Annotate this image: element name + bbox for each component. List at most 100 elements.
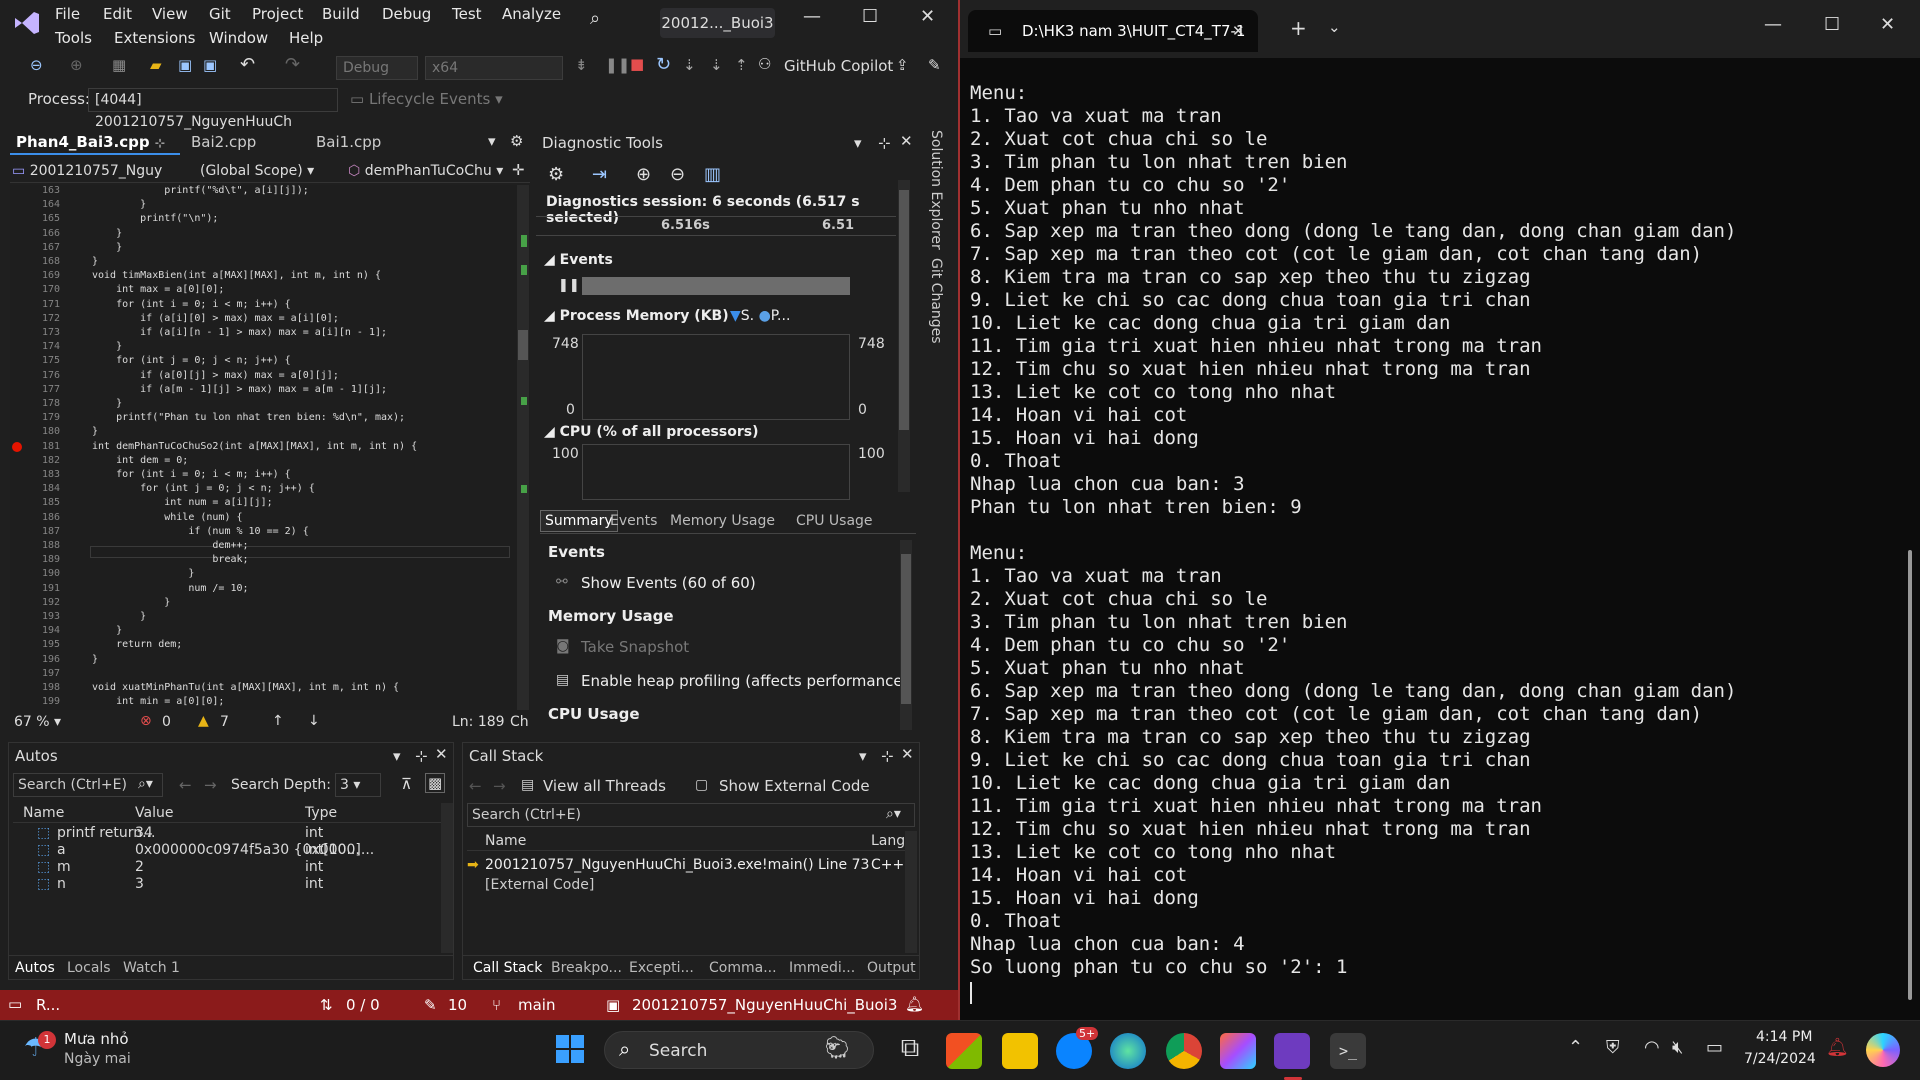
notification-icon[interactable]: ▭ <box>8 995 22 1013</box>
menu-view[interactable]: View <box>152 5 188 23</box>
code-line[interactable]: if (a[m - 1][j] > max) max = a[m - 1][j]… <box>92 384 387 395</box>
code-line[interactable]: for (int j = 0; j < n; j++) { <box>92 355 291 366</box>
tab-exceptions[interactable]: Excepti... <box>629 960 694 976</box>
copilot-button[interactable]: GitHub Copilot <box>784 57 893 75</box>
autos-row[interactable]: ⬚ printf return... 34 int <box>13 825 441 842</box>
search-depth-dropdown[interactable]: 3 ▾ <box>335 773 381 797</box>
code-line[interactable]: printf("Phan tu lon nhat tren bien: %d\n… <box>92 412 405 423</box>
process-dropdown[interactable]: [4044] 2001210757_NguyenHuuCh <box>88 88 338 130</box>
summary-scroll-thumb[interactable] <box>901 554 911 704</box>
zoom-out-icon[interactable]: ⊖ <box>670 164 685 185</box>
chart-icon[interactable]: ▥ <box>704 164 721 185</box>
status-changes[interactable]: 10 <box>448 996 467 1014</box>
close-tab-icon[interactable]: ✕ <box>1232 10 1245 52</box>
hex-icon[interactable]: ▩ <box>425 773 446 793</box>
tab-bai2[interactable]: Bai2.cpp <box>185 130 305 155</box>
search-icon[interactable]: ⌕▾ <box>138 776 153 792</box>
code-editor[interactable]: 163 printf("%d\t", a[i][j]); 164 } 165 pri… <box>10 185 530 710</box>
weather-title[interactable]: Mưa nhỏ <box>64 1030 129 1048</box>
code-line[interactable]: while (num) { <box>92 512 242 523</box>
terminal-scrollbar[interactable] <box>1906 80 1914 1000</box>
diag-settings-icon[interactable]: ⚙ <box>548 164 564 185</box>
autos-row[interactable]: ⬚ m 2 int <box>13 859 441 876</box>
tab-immediate[interactable]: Immedi... <box>789 960 855 976</box>
code-line[interactable]: int num = a[i][j]; <box>92 497 272 508</box>
col-value[interactable]: Value <box>135 805 173 821</box>
code-line[interactable]: if (a[i][0] > max) max = a[i][0]; <box>92 313 339 324</box>
autos-row[interactable]: ⬚ a 0x000000c0974f5a30 {0x000... int[100]..… <box>13 842 441 859</box>
diag-close-icon[interactable]: ✕ <box>900 132 913 150</box>
code-line[interactable]: break; <box>92 554 248 565</box>
autos-value[interactable]: 3 <box>135 876 144 892</box>
code-line[interactable]: for (int i = 0; i < m; i++) { <box>92 299 291 310</box>
maximize-icon[interactable]: ☐ <box>862 6 878 27</box>
git-changes-tab[interactable]: Git Changes <box>928 258 944 344</box>
tab-dropdown-icon[interactable]: ⌄ <box>1328 18 1341 36</box>
heap-profiling-link[interactable]: Enable heap profiling (affects performan… <box>581 672 908 690</box>
chrome-icon[interactable] <box>1166 1033 1202 1069</box>
col-name[interactable]: Name <box>23 805 64 821</box>
solution-name[interactable]: 20012..._Buoi3 <box>660 8 775 38</box>
cs-forward-icon[interactable]: → <box>493 777 506 795</box>
code-line[interactable]: printf("%d\t", a[i][j]); <box>92 185 309 196</box>
code-line[interactable]: int dem = 0; <box>92 455 188 466</box>
autos-close-icon[interactable]: ✕ <box>435 745 448 763</box>
view-all-threads-button[interactable]: View all Threads <box>543 777 666 795</box>
step-over-icon[interactable]: ⇣ <box>683 56 696 74</box>
scroll-thumb[interactable] <box>518 330 528 360</box>
tab-overflow-icon[interactable]: ▾ <box>488 132 496 150</box>
code-line[interactable]: num /= 10; <box>92 583 248 594</box>
autos-value[interactable]: 34 <box>135 825 153 841</box>
code-line[interactable]: int max = a[0][0]; <box>92 284 224 295</box>
code-line[interactable]: if (num % 10 == 2) { <box>92 526 308 537</box>
restart-icon[interactable]: ↻ <box>656 54 671 75</box>
bell-icon[interactable]: 🔔︎ <box>905 995 924 1013</box>
open-folder-icon[interactable]: ▰ <box>150 56 162 74</box>
menu-git[interactable]: Git <box>209 5 231 23</box>
code-line[interactable]: int demPhanTuCoChuSo2(int a[MAX][MAX], i… <box>92 441 417 452</box>
clock-date[interactable]: 7/24/2024 <box>1744 1051 1816 1067</box>
clock-time[interactable]: 4:14 PM <box>1756 1029 1812 1045</box>
show-external-code-button[interactable]: Show External Code <box>719 777 870 795</box>
next-issue-icon[interactable]: ↓ <box>308 713 320 729</box>
save-icon[interactable]: ▣ <box>178 56 192 74</box>
tab-events[interactable]: Events <box>610 513 657 529</box>
forward-icon[interactable]: ⊕ <box>70 56 83 74</box>
maximize-icon[interactable]: ☐ <box>1824 14 1840 35</box>
tab-cpu-usage[interactable]: CPU Usage <box>796 513 873 529</box>
show-events-link[interactable]: Show Events (60 of 60) <box>581 574 756 592</box>
code-line[interactable]: if (a[0][j] > max) max = a[0][j]; <box>92 370 339 381</box>
menu-project[interactable]: Project <box>252 5 303 23</box>
diag-menu-icon[interactable]: ▾ <box>854 134 862 152</box>
memory-section-label[interactable]: ◢ Process Memory (KB) <box>544 308 729 324</box>
prev-issue-icon[interactable]: ↑ <box>272 713 284 729</box>
redo-icon[interactable]: ↷ <box>285 54 300 75</box>
autos-search-input[interactable]: Search (Ctrl+E) ⌕▾ <box>13 773 163 797</box>
menu-build[interactable]: Build <box>322 5 360 23</box>
defender-icon[interactable]: ⛨ <box>1606 1037 1620 1058</box>
code-line[interactable]: } <box>92 426 98 437</box>
status-project[interactable]: 2001210757_NguyenHuuChi_Buoi3 <box>632 996 897 1014</box>
autos-row[interactable]: ⬚ n 3 int <box>13 876 441 893</box>
tab-autos[interactable]: Autos <box>15 960 55 976</box>
code-line[interactable]: return dem; <box>92 639 182 650</box>
config-dropdown[interactable]: Debug <box>336 56 418 80</box>
platform-dropdown[interactable]: x64 <box>425 56 563 80</box>
step-icon[interactable]: ⇟ <box>575 56 588 74</box>
search-icon[interactable]: ⌕ <box>590 8 600 29</box>
col-indicator[interactable]: Ch <box>510 714 529 730</box>
error-count[interactable]: 0 <box>162 714 171 730</box>
code-line[interactable]: } <box>92 256 98 267</box>
terminal-taskbar-icon[interactable]: >_ <box>1330 1033 1366 1069</box>
battery-icon[interactable]: ▭ <box>1706 1037 1723 1058</box>
editor-scrollbar[interactable] <box>517 185 529 710</box>
terminal-output[interactable]: Menu: 1. Tao va xuat ma tran 2. Xuat cot c… <box>970 82 1736 979</box>
code-line[interactable]: } <box>92 199 146 210</box>
pause-icon[interactable]: ❚❚ <box>605 56 630 74</box>
volume-muted-icon[interactable]: 🔇︎ <box>1672 1037 1683 1058</box>
terminal-tab[interactable]: ▭ D:\HK3 nam 3\HUIT_CT4_T7-1 ✕ <box>968 10 1258 52</box>
diag-scrollbar[interactable] <box>898 180 910 492</box>
show-hidden-icons-chevron-icon[interactable]: ⌃ <box>1568 1037 1583 1058</box>
start-windows-icon[interactable] <box>556 1035 584 1063</box>
code-line[interactable]: void timMaxBien(int a[MAX][MAX], int m, … <box>92 270 381 281</box>
